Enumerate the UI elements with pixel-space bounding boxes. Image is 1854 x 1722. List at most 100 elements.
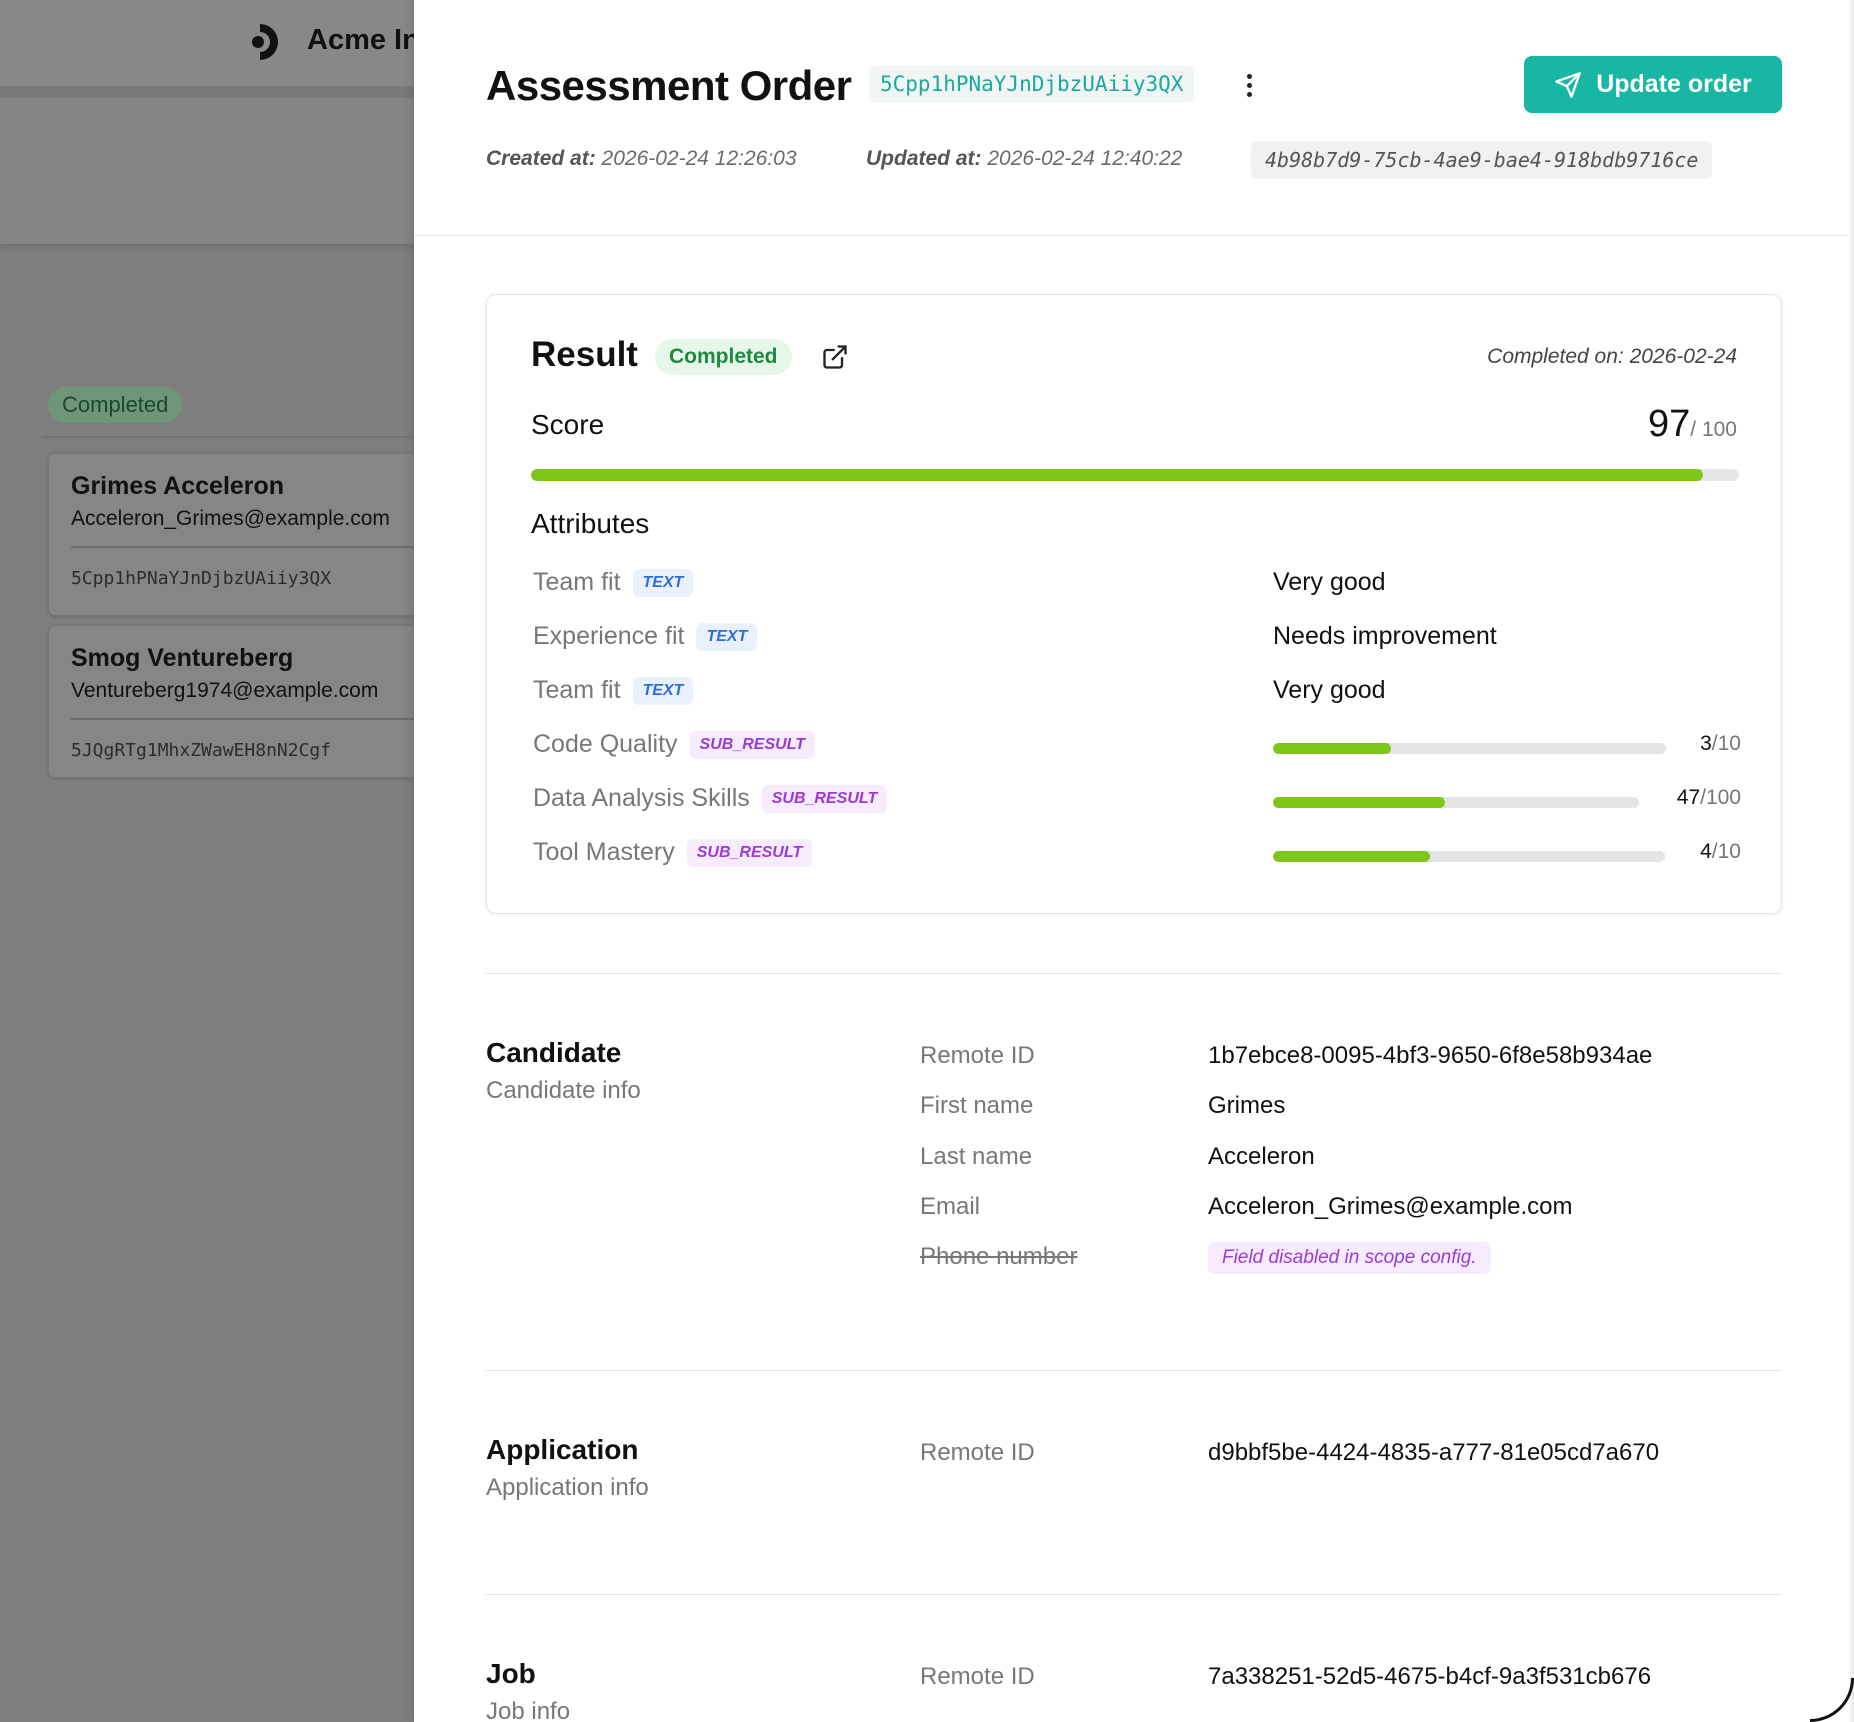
order-card-name: Grimes Acceleron [71,472,285,500]
sub-result-bar [1273,851,1665,862]
attribute-row: Team fit TEXT Very good [533,564,1741,604]
sub-result-fill [1273,743,1391,754]
score-max: / 100 [1690,418,1737,441]
divider [42,436,422,438]
attribute-value: Very good [1273,676,1386,704]
updated-at-label: Updated at: [866,147,982,170]
drawer-edge [1848,0,1854,1722]
completed-on: Completed on: 2026-02-24 [1487,345,1737,368]
attribute-row: Team fit TEXT Very good [533,672,1741,712]
order-uuid[interactable]: 4b98b7d9-75cb-4ae9-bae4-918bdb9716ce [1251,141,1713,179]
candidate-phone-label: Phone number [920,1243,1078,1270]
section-divider [486,1370,1782,1371]
updated-at-value: 2026-02-24 12:40:22 [987,147,1183,170]
attribute-name-wrap: Experience fit TEXT [533,622,758,651]
sub-result-value: 4 [1700,840,1712,863]
attribute-name-wrap: Team fit TEXT [533,676,694,705]
candidate-email-value: Acceleron_Grimes@example.com [1208,1193,1573,1220]
order-card-email: Acceleron_Grimes@example.com [71,507,390,530]
external-link-icon[interactable] [821,343,849,371]
attribute-row: Data Analysis Skills SUB_RESULT 47/100 [533,780,1741,820]
sub-result-score: 47/100 [1677,786,1741,810]
job-section-subtitle: Job info [486,1698,571,1722]
attribute-name-wrap: Tool Mastery SUB_RESULT [533,838,813,867]
order-card-id: 5JQgRTg1MhxZWawEH8nN2Cgf [71,740,332,761]
candidate-section-title: Candidate [486,1037,622,1068]
created-at-value: 2026-02-24 12:26:03 [601,147,797,170]
attributes-heading: Attributes [531,508,650,539]
order-card-name: Smog Ventureberg [71,644,294,672]
page-title: Assessment Order [486,62,852,109]
order-card[interactable]: Grimes Acceleron Acceleron_Grimes@exampl… [48,453,451,616]
attribute-name: Team fit [533,568,621,596]
sub-result-fill [1273,851,1430,862]
score-progress-bar [531,469,1739,481]
update-order-label: Update order [1596,70,1752,98]
candidate-section-subtitle: Candidate info [486,1077,641,1104]
more-options-icon[interactable] [1234,68,1264,102]
attribute-name: Experience fit [533,622,685,650]
attribute-name: Tool Mastery [533,838,675,866]
divider [71,546,451,548]
sub-result-score: 4/10 [1700,840,1741,864]
result-card: Result Completed Completed on: 2026-02-2… [486,294,1782,914]
attribute-type-tag: TEXT [632,569,694,597]
attribute-value: Very good [1273,568,1386,596]
section-divider [486,973,1782,974]
order-card-email: Ventureberg1974@example.com [71,679,379,702]
attribute-name-wrap: Data Analysis Skills SUB_RESULT [533,784,888,813]
attribute-type-tag: SUB_RESULT [686,839,813,867]
score-value: 97/ 100 [1648,403,1737,446]
divider [71,718,451,720]
candidate-first-name-label: First name [920,1092,1034,1119]
sub-result-score: 3/10 [1700,732,1741,756]
order-detail-drawer: Assessment Order 5Cpp1hPNaYJnDjbzUAiiy3Q… [414,0,1854,1722]
header-divider [414,235,1854,236]
candidate-last-name-value: Acceleron [1208,1143,1315,1170]
candidate-remote-id-label: Remote ID [920,1042,1035,1069]
attribute-type-tag: SUB_RESULT [761,785,888,813]
section-divider [486,1594,1782,1595]
application-section-title: Application [486,1434,639,1465]
result-title: Result [531,335,638,374]
attribute-row: Tool Mastery SUB_RESULT 4/10 [533,834,1741,874]
attribute-name: Data Analysis Skills [533,784,750,812]
attribute-type-tag: TEXT [696,623,758,651]
score-progress-fill [531,469,1703,481]
order-card[interactable]: Smog Ventureberg Ventureberg1974@example… [48,625,451,778]
job-section-title: Job [486,1658,536,1689]
candidate-first-name-value: Grimes [1208,1092,1286,1119]
update-order-button[interactable]: Update order [1524,56,1782,113]
job-remote-id-value: 7a338251-52d5-4675-b4cf-9a3f531cb676 [1208,1663,1652,1690]
created-at: Created at: 2026-02-24 12:26:03 [486,147,797,171]
sub-result-value: 3 [1700,732,1712,755]
attribute-name: Code Quality [533,730,678,758]
sub-result-value: 47 [1676,786,1701,809]
sub-result-max: /10 [1711,732,1741,755]
updated-at: Updated at: 2026-02-24 12:40:22 [866,147,1182,171]
sub-result-bar [1273,743,1666,754]
application-section-subtitle: Application info [486,1474,649,1501]
score-number: 97 [1648,403,1691,445]
sub-result-max: /100 [1700,786,1741,809]
attribute-type-tag: SUB_RESULT [689,731,816,759]
candidate-email-label: Email [920,1193,981,1220]
attribute-name-wrap: Team fit TEXT [533,568,694,597]
attribute-value: Needs improvement [1273,622,1497,650]
attribute-name: Team fit [533,676,621,704]
created-at-label: Created at: [486,147,596,170]
sub-result-fill [1273,797,1446,808]
order-id-badge[interactable]: 5Cpp1hPNaYJnDjbzUAiiy3QX [869,66,1195,102]
attribute-row: Code Quality SUB_RESULT 3/10 [533,726,1741,766]
order-card-id: 5Cpp1hPNaYJnDjbzUAiiy3QX [71,568,332,589]
sub-result-max: /10 [1711,840,1741,863]
attribute-type-tag: TEXT [632,677,694,705]
attribute-name-wrap: Code Quality SUB_RESULT [533,730,816,759]
send-icon [1555,71,1582,98]
attribute-row: Experience fit TEXT Needs improvement [533,618,1741,658]
status-group-badge: Completed [48,387,183,423]
field-disabled-badge: Field disabled in scope config. [1208,1242,1491,1274]
score-label: Score [531,409,605,440]
company-logo-icon [252,24,278,60]
status-badge: Completed [655,339,792,375]
